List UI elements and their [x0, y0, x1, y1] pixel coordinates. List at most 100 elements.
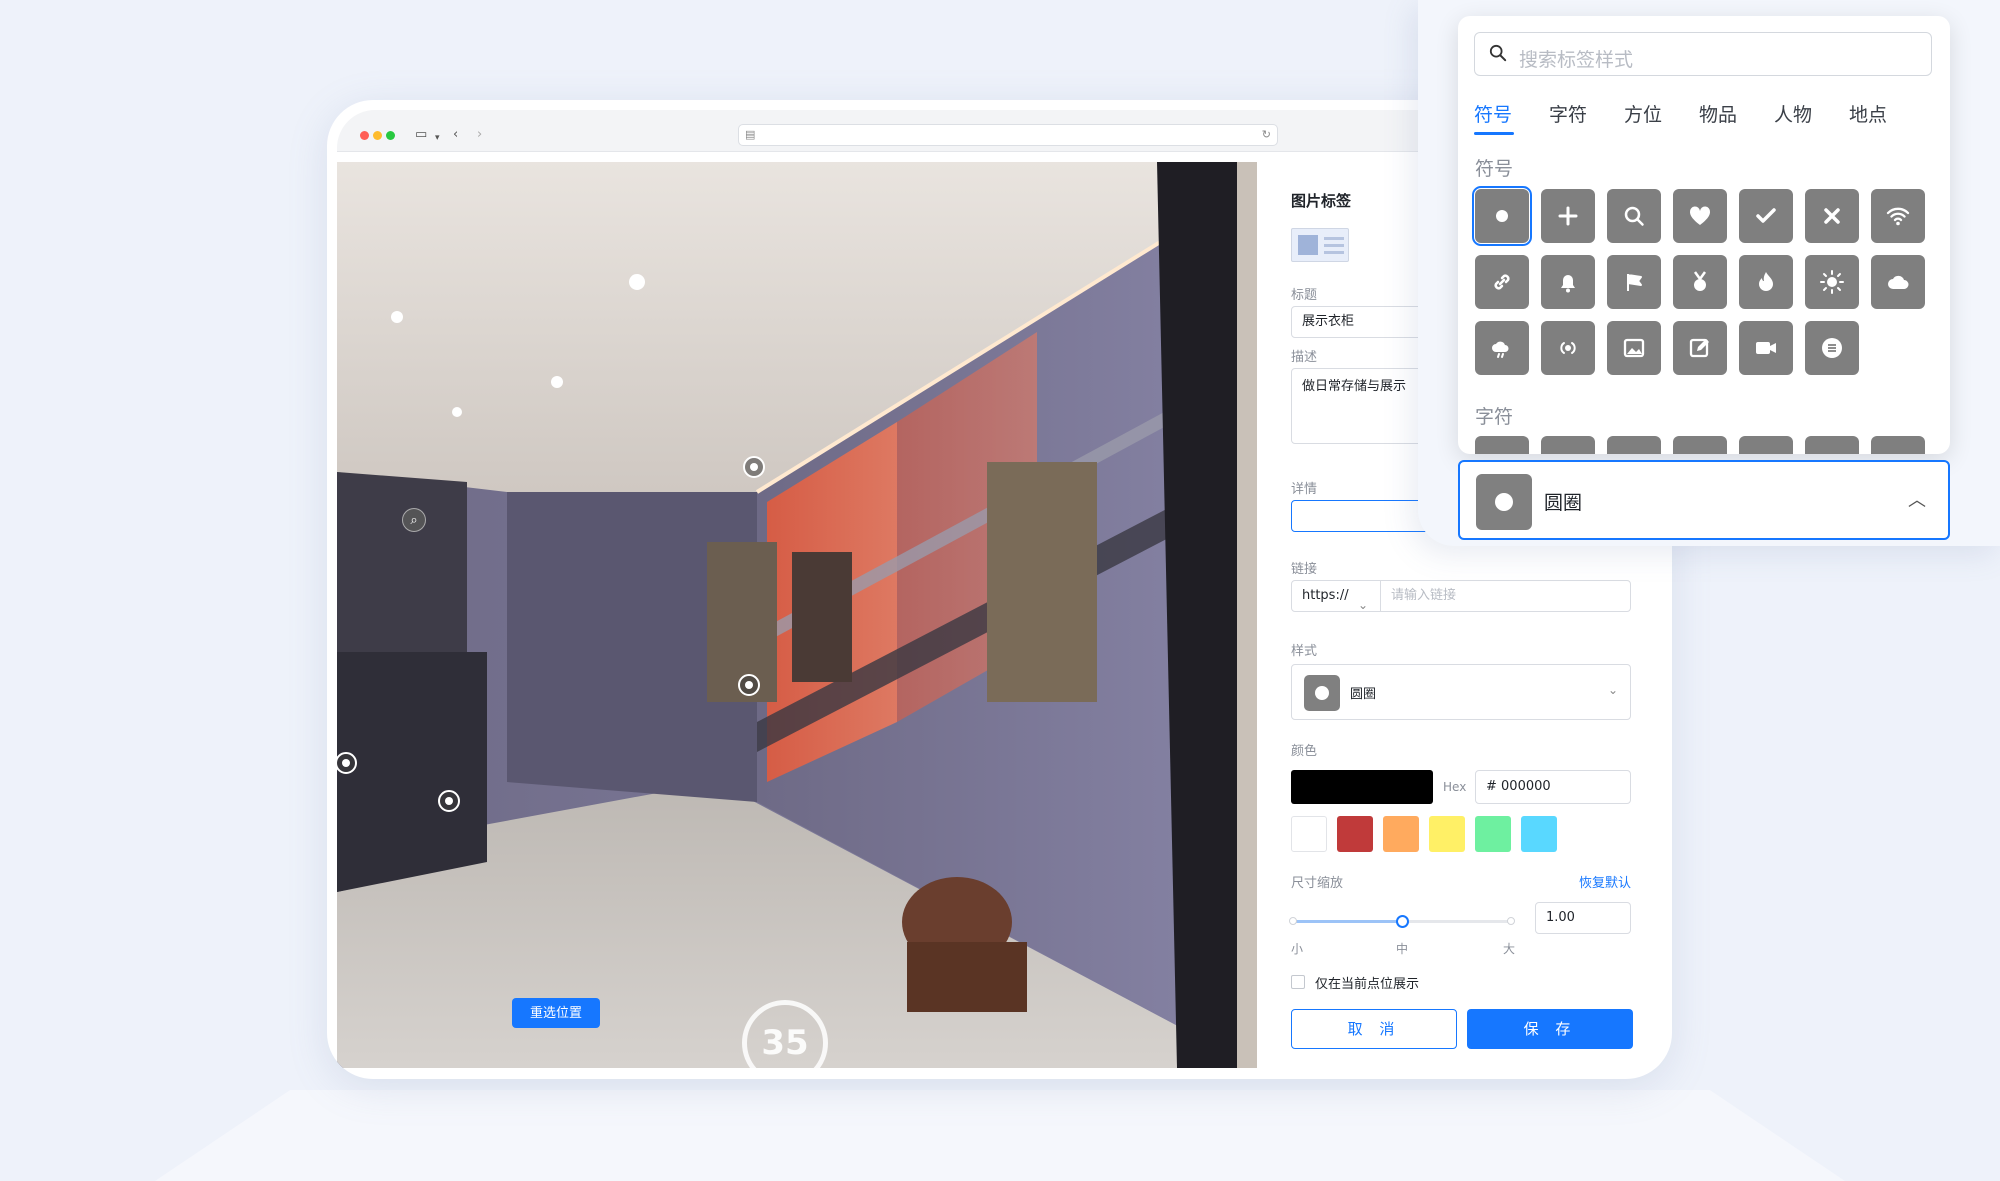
- bell-icon[interactable]: [1541, 255, 1595, 309]
- scale-slider-fill: [1291, 920, 1402, 923]
- audio-icon[interactable]: [1541, 321, 1595, 375]
- tag-preview-thumbnail[interactable]: [1291, 228, 1349, 262]
- chevron-up-icon[interactable]: ︿: [1908, 486, 1926, 512]
- list-icon[interactable]: [1805, 321, 1859, 375]
- image-icon[interactable]: [1607, 321, 1661, 375]
- close-window-button[interactable]: [360, 131, 369, 140]
- tab-2[interactable]: 方位: [1624, 100, 1662, 127]
- chevron-down-icon[interactable]: ▾: [435, 129, 440, 147]
- character-tile[interactable]: [1673, 436, 1727, 454]
- color-swatch[interactable]: [1475, 816, 1511, 852]
- maximize-window-button[interactable]: [386, 131, 395, 140]
- link-protocol-select[interactable]: https:// ⌄: [1291, 580, 1381, 612]
- circle-icon: [1476, 474, 1532, 530]
- tab-1[interactable]: 字符: [1549, 100, 1587, 127]
- scale-min-label: 小: [1291, 942, 1304, 956]
- reselect-position-button[interactable]: 重选位置: [512, 998, 600, 1028]
- color-swatch[interactable]: [1337, 816, 1373, 852]
- plus-icon[interactable]: [1541, 189, 1595, 243]
- minimize-window-button[interactable]: [373, 131, 382, 140]
- description-label: 描述: [1291, 350, 1318, 365]
- hotspot-marker[interactable]: [738, 674, 760, 696]
- section-label-symbols: 符号: [1475, 158, 1514, 180]
- scale-slider-knob[interactable]: [1396, 915, 1409, 928]
- style-label: 样式: [1291, 644, 1318, 659]
- link-icon[interactable]: [1475, 255, 1529, 309]
- search-icon[interactable]: [1607, 189, 1661, 243]
- detail-label: 详情: [1291, 482, 1318, 497]
- panorama-image: [337, 162, 1257, 1068]
- character-tile[interactable]: [1805, 436, 1859, 454]
- sun-icon[interactable]: [1805, 255, 1859, 309]
- reset-default-link[interactable]: 恢复默认: [1579, 872, 1631, 891]
- heart-icon[interactable]: [1673, 189, 1727, 243]
- tab-5[interactable]: 地点: [1849, 100, 1887, 127]
- chevron-down-icon: ⌄: [1357, 598, 1368, 612]
- forward-icon[interactable]: ›: [477, 126, 482, 144]
- cancel-button[interactable]: 取 消: [1291, 1009, 1457, 1049]
- style-select-value: 圆圈: [1350, 687, 1377, 702]
- page-icon: ▤: [745, 128, 756, 141]
- title-label: 标题: [1291, 288, 1318, 303]
- search-placeholder: 搜索标签样式: [1519, 49, 1634, 71]
- character-tile[interactable]: [1475, 436, 1529, 454]
- hotspot-marker[interactable]: [743, 456, 765, 478]
- style-picker-dropdown: 搜索标签样式 符号 字符 方位 物品 人物 地点 符号 字符: [1458, 16, 1950, 454]
- color-swatch[interactable]: [1521, 816, 1557, 852]
- scale-value-input[interactable]: 1.00: [1535, 902, 1631, 934]
- fire-icon[interactable]: [1739, 255, 1793, 309]
- character-tile[interactable]: [1607, 436, 1661, 454]
- background-base: [155, 1090, 1845, 1181]
- close-icon[interactable]: [1805, 189, 1859, 243]
- color-swatch[interactable]: [1291, 816, 1327, 852]
- check-icon[interactable]: [1739, 189, 1793, 243]
- edit-icon[interactable]: [1673, 321, 1727, 375]
- selected-style-label: 圆圈: [1544, 492, 1583, 514]
- only-current-label: 仅在当前点位展示: [1315, 977, 1420, 992]
- hotspot-search-icon[interactable]: ⌕: [402, 508, 426, 532]
- panel-title: 图片标签: [1291, 192, 1352, 210]
- protocol-text: https://: [1302, 588, 1349, 603]
- character-tile[interactable]: [1739, 436, 1793, 454]
- search-icon: [1489, 44, 1507, 62]
- section-label-characters: 字符: [1475, 406, 1514, 428]
- wifi-icon[interactable]: [1871, 189, 1925, 243]
- circle-icon[interactable]: [1472, 186, 1532, 246]
- panorama-viewer[interactable]: ⌕ 重选位置 35: [337, 162, 1257, 1068]
- tab-3[interactable]: 物品: [1699, 100, 1737, 127]
- only-current-checkbox[interactable]: [1291, 975, 1305, 989]
- style-select-expanded[interactable]: 圆圈 ︿: [1458, 460, 1950, 540]
- save-button[interactable]: 保 存: [1467, 1009, 1633, 1049]
- hex-input[interactable]: # 000000: [1475, 770, 1631, 804]
- scale-slider[interactable]: [1289, 915, 1515, 928]
- sidebar-toggle-icon[interactable]: ▭: [415, 126, 427, 144]
- style-select[interactable]: 圆圈 ⌄: [1291, 664, 1631, 720]
- circle-icon: [1304, 675, 1340, 711]
- cloud-sun-icon[interactable]: [1475, 321, 1529, 375]
- address-bar[interactable]: ▤ ↻: [738, 124, 1278, 146]
- back-icon[interactable]: ‹: [453, 126, 458, 144]
- color-swatch[interactable]: [1429, 816, 1465, 852]
- character-tile[interactable]: [1871, 436, 1925, 454]
- flag-icon[interactable]: [1607, 255, 1661, 309]
- scale-label: 尺寸缩放: [1291, 876, 1344, 891]
- hex-label: Hex: [1443, 780, 1467, 794]
- tab-0[interactable]: 符号: [1474, 100, 1512, 127]
- style-search-input[interactable]: 搜索标签样式: [1474, 32, 1932, 76]
- cloud-icon[interactable]: [1871, 255, 1925, 309]
- character-tile[interactable]: [1541, 436, 1595, 454]
- medal-icon[interactable]: [1673, 255, 1727, 309]
- reload-icon[interactable]: ↻: [1262, 128, 1271, 141]
- scale-max-label: 大: [1503, 942, 1516, 956]
- hotspot-marker[interactable]: [438, 790, 460, 812]
- chevron-down-icon: ⌄: [1607, 683, 1618, 697]
- color-label: 颜色: [1291, 744, 1318, 759]
- scale-mid-label: 中: [1396, 942, 1409, 956]
- tab-4[interactable]: 人物: [1774, 100, 1812, 127]
- link-input[interactable]: 请输入链接: [1380, 580, 1631, 612]
- video-icon[interactable]: [1739, 321, 1793, 375]
- color-preview[interactable]: [1291, 770, 1433, 804]
- slider-tick: [1507, 917, 1515, 925]
- active-tab-indicator: [1474, 132, 1514, 135]
- color-swatch[interactable]: [1383, 816, 1419, 852]
